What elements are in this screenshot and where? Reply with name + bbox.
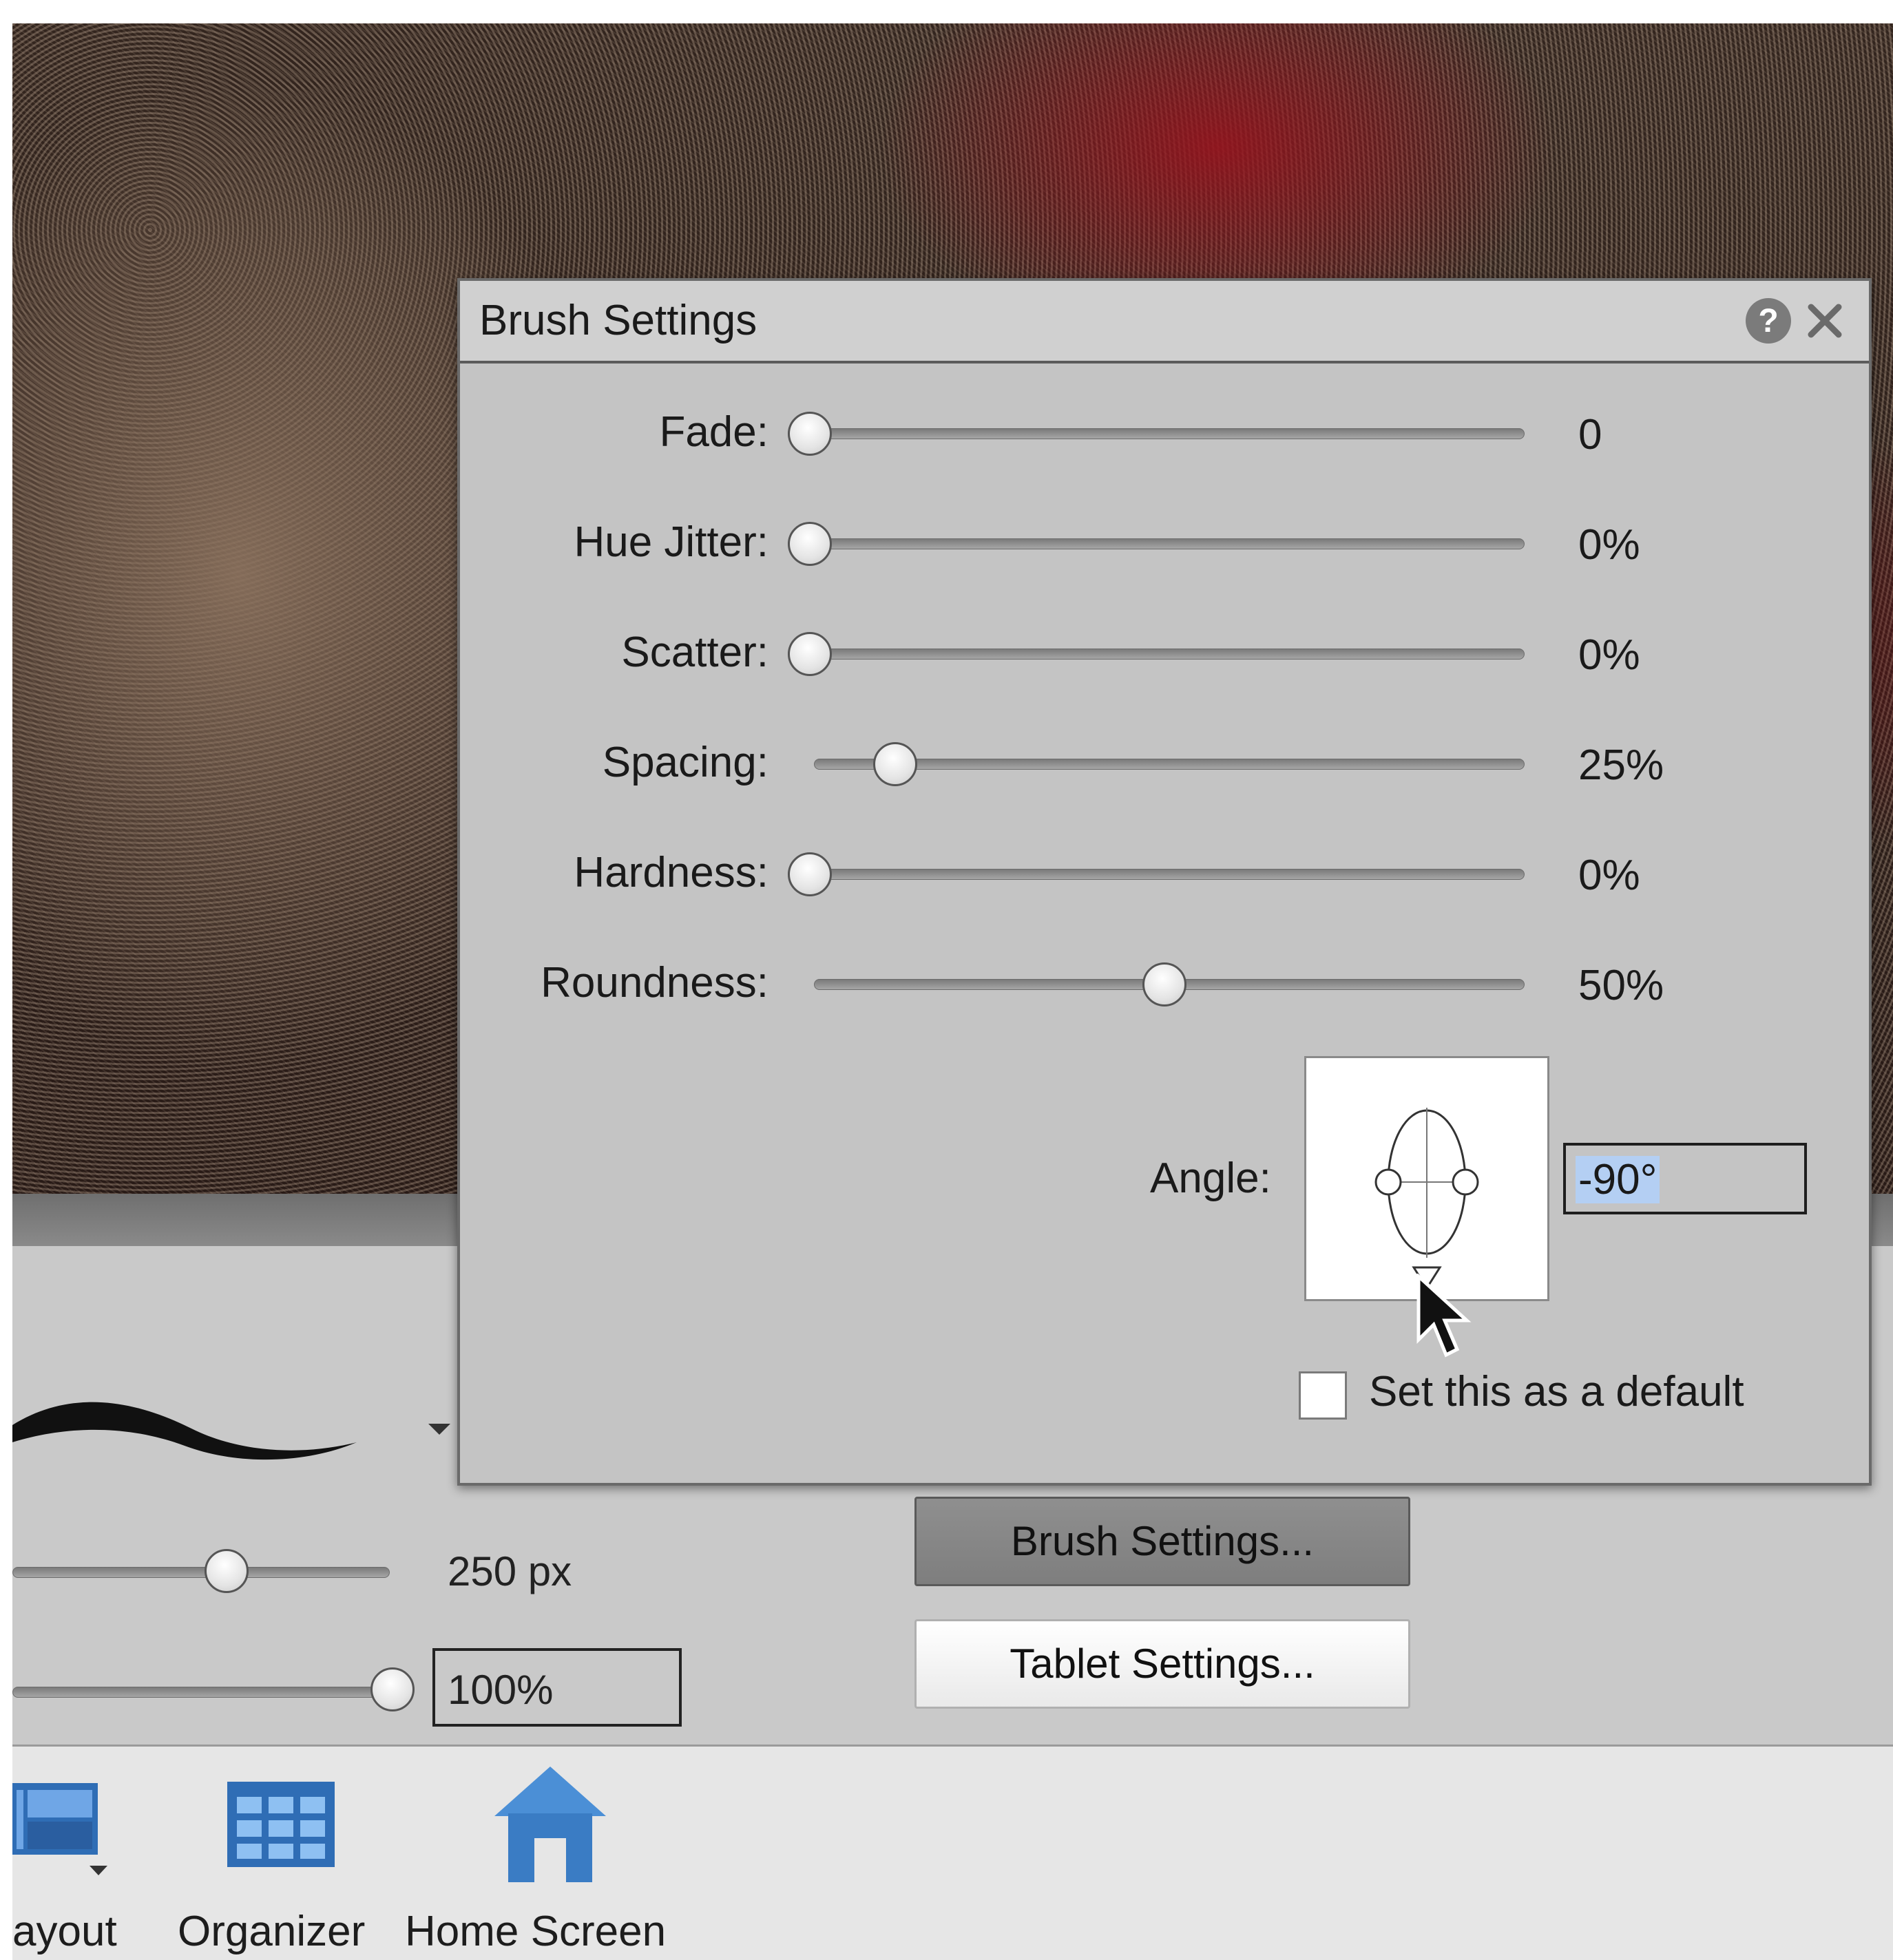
brush-stroke-preview[interactable] <box>12 1377 357 1487</box>
question-icon[interactable]: ? <box>1744 296 1793 346</box>
slider-label-hue-jitter: Hue Jitter: <box>574 518 768 566</box>
slider-value-spacing: 25% <box>1578 741 1664 789</box>
brush-settings-button[interactable]: Brush Settings... <box>914 1497 1410 1586</box>
brush-tip-ellipse-icon[interactable] <box>1306 1058 1547 1299</box>
slider-track-spacing[interactable] <box>814 759 1525 770</box>
chevron-down-icon[interactable] <box>428 1424 450 1435</box>
slider-value-scatter: 0% <box>1578 631 1640 679</box>
angle-value: -90° <box>1576 1156 1660 1203</box>
organizer-grid-icon[interactable] <box>227 1782 335 1867</box>
angle-label: Angle: <box>1150 1155 1271 1202</box>
slider-track-scatter[interactable] <box>814 649 1525 660</box>
svg-text:?: ? <box>1758 303 1778 339</box>
opacity-input[interactable]: 100% <box>432 1648 682 1727</box>
slider-value-roundness: 50% <box>1578 962 1664 1009</box>
home-icon[interactable] <box>492 1764 609 1885</box>
mouse-cursor-icon <box>1416 1274 1472 1358</box>
slider-value-hue-jitter: 0% <box>1578 521 1640 569</box>
taskbar-label-organizer[interactable]: Organizer <box>178 1907 365 1956</box>
slider-label-roundness: Roundness: <box>541 959 768 1007</box>
slider-track-fade[interactable] <box>814 428 1525 439</box>
dialog-title: Brush Settings <box>479 297 757 344</box>
set-default-label[interactable]: Set this as a default <box>1369 1367 1744 1416</box>
size-slider-track[interactable] <box>12 1567 390 1578</box>
taskbar-label-layout[interactable]: ayout <box>12 1907 117 1956</box>
slider-label-spacing: Spacing: <box>602 739 768 786</box>
slider-thumb-spacing[interactable] <box>872 742 917 786</box>
set-default-checkbox[interactable] <box>1299 1371 1347 1420</box>
slider-thumb-hardness[interactable] <box>788 852 832 896</box>
opacity-slider-thumb[interactable] <box>370 1667 415 1711</box>
slider-track-hardness[interactable] <box>814 869 1525 880</box>
layout-icon[interactable] <box>12 1780 109 1884</box>
slider-thumb-roundness[interactable] <box>1142 962 1186 1007</box>
slider-label-fade: Fade: <box>659 408 768 456</box>
slider-thumb-scatter[interactable] <box>788 632 832 676</box>
slider-thumb-fade[interactable] <box>788 412 832 456</box>
angle-roundness-preview[interactable] <box>1304 1056 1549 1301</box>
taskbar-label-home-screen[interactable]: Home Screen <box>405 1907 666 1956</box>
slider-label-hardness: Hardness: <box>574 849 768 896</box>
tablet-settings-button[interactable]: Tablet Settings... <box>914 1619 1410 1709</box>
slider-label-scatter: Scatter: <box>621 629 768 676</box>
slider-value-hardness: 0% <box>1578 852 1640 899</box>
angle-input[interactable]: -90° <box>1563 1143 1807 1214</box>
slider-thumb-hue-jitter[interactable] <box>788 522 832 566</box>
slider-track-hue-jitter[interactable] <box>814 538 1525 549</box>
size-value: 250 px <box>448 1548 572 1594</box>
close-icon[interactable] <box>1800 296 1850 346</box>
opacity-slider-track[interactable] <box>12 1687 394 1698</box>
slider-value-fade: 0 <box>1578 411 1602 459</box>
size-slider-thumb[interactable] <box>205 1549 249 1593</box>
